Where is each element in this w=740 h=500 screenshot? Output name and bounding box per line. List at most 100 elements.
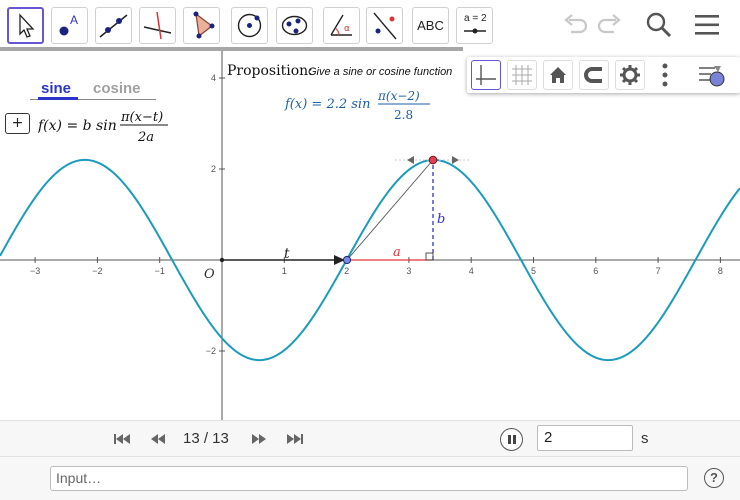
text-icon: ABC — [417, 18, 444, 33]
home-icon — [550, 67, 566, 83]
move-tool-button[interactable] — [7, 7, 44, 44]
play-speed-input[interactable]: 2 — [537, 425, 633, 451]
polygon-icon — [193, 11, 215, 39]
point-capturing-button[interactable] — [579, 60, 609, 90]
slider-tool-button[interactable]: a = 2 — [456, 7, 493, 44]
line-icon — [99, 14, 128, 38]
graph-settings-button[interactable] — [615, 60, 645, 90]
next-step-button[interactable] — [248, 430, 270, 448]
pause-button[interactable] — [500, 428, 523, 451]
tab-sine[interactable]: sine — [41, 80, 71, 97]
add-item-button[interactable]: + — [5, 113, 30, 134]
tab-cosine[interactable]: cosine — [93, 80, 141, 97]
svg-text:f(x) = b sin: f(x) = b sin — [38, 118, 117, 134]
undo-icon — [564, 14, 588, 34]
previous-step-button[interactable] — [147, 430, 169, 448]
x-tick-label: −3 — [30, 266, 40, 276]
x-tick-label: 1 — [282, 266, 287, 276]
x-tick-label: 7 — [656, 266, 661, 276]
construction-navigation-bar: 13 / 13 2 s — [0, 420, 740, 456]
angle-tool-button[interactable]: α — [323, 7, 360, 44]
general-formula: f(x) = b sin π(x−t) 2a — [38, 110, 168, 144]
x-tick-label: −2 — [92, 266, 102, 276]
toggle-axes-button[interactable] — [471, 60, 501, 90]
more-options-button[interactable] — [660, 62, 670, 88]
proposition-text: Give a sine or cosine function — [308, 66, 452, 78]
shift-point[interactable] — [342, 255, 352, 265]
x-tick-label: 8 — [718, 266, 723, 276]
point-tool-button[interactable]: A — [51, 7, 88, 44]
x-tick-label: 6 — [593, 266, 598, 276]
angle-icon: α — [330, 14, 352, 36]
skip-to-start-icon — [114, 434, 130, 444]
origin-point[interactable] — [219, 257, 225, 263]
main-menu-button[interactable] — [691, 9, 723, 41]
redo-icon — [597, 14, 621, 34]
tab-sine-indicator — [38, 97, 78, 100]
x-tick-label: −1 — [155, 266, 165, 276]
svg-text:α: α — [344, 24, 350, 34]
toggle-grid-button[interactable] — [507, 60, 537, 90]
graphics-view[interactable]: −3 −2 −1 1 2 3 4 5 6 7 842−2 t a b O Proposition: … — [0, 51, 740, 420]
label-b: b — [437, 212, 445, 227]
axes-icon — [476, 65, 496, 85]
toggle-style-bar-button[interactable] — [697, 60, 731, 90]
style-bar-toggle-icon — [699, 66, 725, 87]
polygon-tool-button[interactable] — [183, 7, 220, 44]
svg-text:π(x−2): π(x−2) — [377, 89, 420, 103]
function-label: f(x) = 2.2 sin π(x−2) 2.8 — [284, 89, 430, 122]
x-tick-label: 3 — [406, 266, 411, 276]
origin-label: O — [204, 267, 215, 282]
peak-drag-left-arrow — [407, 156, 414, 164]
input-bar: Input… ? — [0, 456, 740, 500]
y-tick-label: 4 — [211, 73, 216, 83]
function-type-tabs: sine cosine — [30, 78, 156, 100]
conic-icon — [281, 15, 308, 36]
toolbar: A α ABC a = 2 — [0, 0, 740, 48]
first-step-button[interactable] — [111, 430, 133, 448]
proposition-label: Proposition: — [227, 63, 313, 79]
reflect-tool-button[interactable] — [366, 7, 403, 44]
perpendicular-line-icon — [143, 11, 172, 40]
move-cursor-icon — [19, 13, 35, 38]
search-button[interactable] — [643, 9, 675, 41]
right-angle-marker — [425, 252, 434, 261]
skip-to-end-icon — [287, 434, 303, 444]
home-view-button[interactable] — [543, 60, 573, 90]
peak-drag-right-arrow — [452, 156, 459, 164]
search-icon — [646, 12, 672, 38]
label-t: t — [284, 246, 290, 262]
perpendicular-tool-button[interactable] — [139, 7, 176, 44]
undo-button[interactable] — [559, 9, 591, 41]
circle-tool-button[interactable] — [231, 7, 268, 44]
label-a: a — [393, 245, 401, 260]
redo-button[interactable] — [594, 9, 626, 41]
gear-icon — [620, 65, 640, 85]
peak-point[interactable] — [428, 155, 438, 165]
circle-center-point-icon — [237, 13, 262, 38]
conic-tool-button[interactable] — [276, 7, 313, 44]
svg-text:A: A — [70, 13, 78, 27]
x-tick-label: 5 — [531, 266, 536, 276]
svg-text:f(x) = 2.2 sin: f(x) = 2.2 sin — [284, 97, 370, 112]
last-step-button[interactable] — [284, 430, 306, 448]
hamburger-menu-icon — [695, 15, 719, 35]
svg-text:π(x−t): π(x−t) — [120, 110, 163, 125]
input-field[interactable]: Input… — [50, 466, 688, 491]
geogebra-app: A α ABC a = 2 −3 −2 −1 1 2 3 4 5 6 7 8 4… — [0, 0, 740, 500]
speed-unit-label: s — [641, 430, 649, 447]
graphics-style-bar — [467, 57, 740, 93]
help-icon[interactable]: ? — [704, 468, 724, 488]
fast-forward-icon — [252, 434, 266, 444]
reflect-icon — [373, 12, 397, 40]
y-tick-label: 2 — [211, 164, 216, 174]
y-tick-label: −2 — [206, 346, 216, 356]
x-tick-label: 2 — [344, 266, 349, 276]
more-vertical-icon — [662, 63, 668, 87]
text-tool-button[interactable]: ABC — [412, 7, 449, 44]
hypotenuse-segment — [346, 159, 434, 261]
svg-text:2a: 2a — [137, 130, 154, 144]
rewind-icon — [151, 434, 165, 444]
line-tool-button[interactable] — [95, 7, 132, 44]
grid-icon — [512, 65, 532, 85]
